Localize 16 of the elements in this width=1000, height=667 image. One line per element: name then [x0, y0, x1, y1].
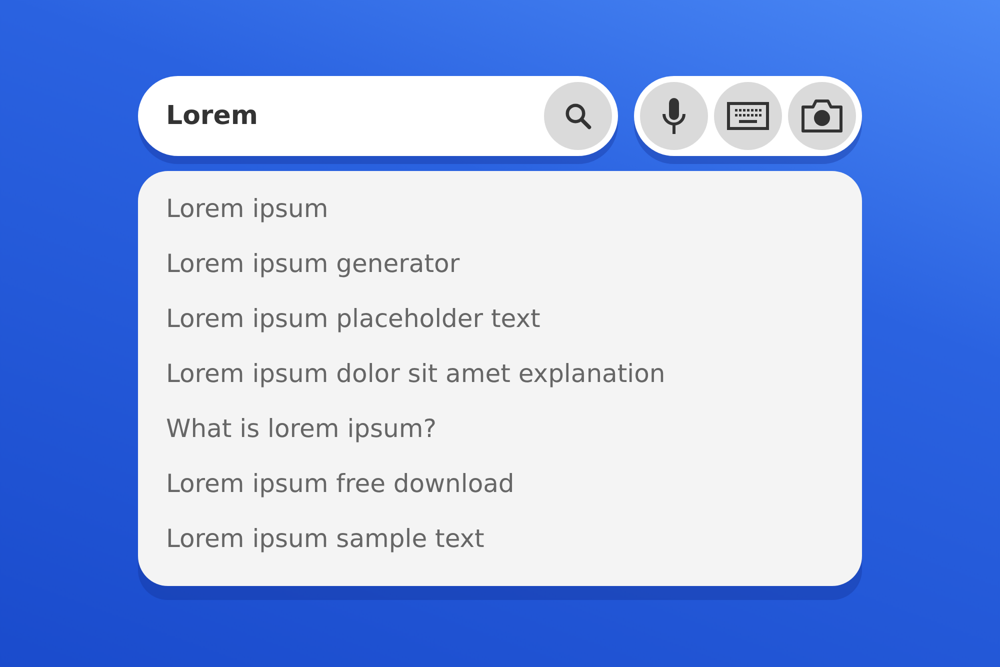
camera-icon — [801, 99, 843, 133]
microphone-button[interactable] — [640, 82, 708, 150]
search-button[interactable] — [544, 82, 612, 150]
camera-button[interactable] — [788, 82, 856, 150]
search-field[interactable]: Lorem — [166, 101, 544, 131]
suggestion-item[interactable]: Lorem ipsum generator — [166, 242, 834, 297]
keyboard-icon — [727, 102, 769, 130]
suggestion-item[interactable]: Lorem ipsum free download — [166, 462, 834, 517]
search-bar[interactable]: Lorem — [138, 76, 618, 156]
suggestion-item[interactable]: What is lorem ipsum? — [166, 407, 834, 462]
microphone-icon — [661, 97, 687, 135]
suggestion-item[interactable]: Lorem ipsum dolor sit amet explanation — [166, 352, 834, 407]
search-icon — [563, 101, 593, 131]
suggestion-item[interactable]: Lorem ipsum placeholder text — [166, 297, 834, 352]
suggestion-item[interactable]: Lorem ipsum sample text — [166, 517, 834, 572]
suggestion-item[interactable]: Lorem ipsum — [166, 187, 834, 242]
